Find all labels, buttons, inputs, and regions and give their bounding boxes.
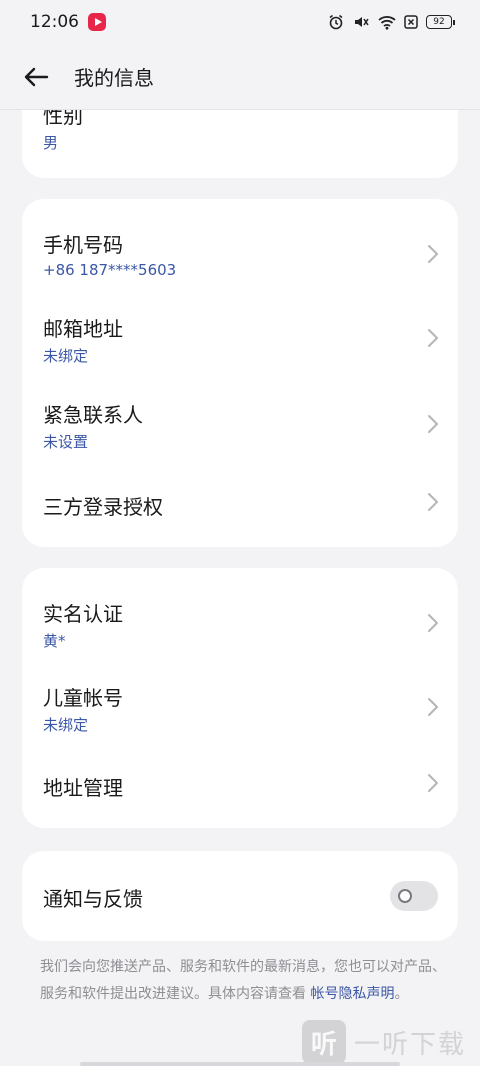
chevron-right-icon xyxy=(428,415,438,433)
child-account-value: 未绑定 xyxy=(43,716,89,734)
alarm-icon xyxy=(329,14,343,30)
home-indicator[interactable] xyxy=(80,1062,400,1066)
email-value: 未绑定 xyxy=(43,347,89,365)
status-time: 12:06 xyxy=(30,12,79,32)
phone-row[interactable]: 手机号码 +86 187****5603 xyxy=(22,209,458,297)
back-button[interactable] xyxy=(16,57,56,97)
chevron-right-icon xyxy=(428,493,438,511)
address-management-row[interactable]: 地址管理 xyxy=(22,752,458,822)
real-name-value: 黄* xyxy=(43,632,66,650)
child-account-label: 儿童帐号 xyxy=(43,686,123,710)
gender-value: 男 xyxy=(43,134,59,152)
footnote-tail: 。 xyxy=(394,986,409,1002)
watermark-text: 一听下载 xyxy=(353,1029,466,1060)
emergency-contact-row[interactable]: 紧急联系人 未设置 xyxy=(22,383,458,469)
email-label: 邮箱地址 xyxy=(43,317,123,341)
notify-card: 通知与反馈 xyxy=(22,851,458,941)
third-party-login-label: 三方登录授权 xyxy=(43,495,163,519)
account-card: 手机号码 +86 187****5603 邮箱地址 未绑定 紧急联系人 未设置 … xyxy=(22,199,458,547)
app-header: 我的信息 xyxy=(0,44,480,110)
chevron-right-icon xyxy=(428,245,438,263)
phone-label: 手机号码 xyxy=(43,233,123,257)
mute-icon xyxy=(355,17,369,27)
battery-indicator: 92 xyxy=(426,15,455,29)
identity-card: 实名认证 黄* 儿童帐号 未绑定 地址管理 xyxy=(22,568,458,828)
notify-toggle[interactable] xyxy=(390,881,438,911)
chevron-right-icon xyxy=(428,614,438,632)
chevron-right-icon xyxy=(428,774,438,792)
address-management-label: 地址管理 xyxy=(43,776,123,800)
child-account-row[interactable]: 儿童帐号 未绑定 xyxy=(22,666,458,752)
wifi-icon xyxy=(378,15,396,30)
chevron-right-icon xyxy=(428,329,438,347)
chevron-right-icon xyxy=(428,698,438,716)
watermark-logo: 听 xyxy=(301,1020,346,1064)
privacy-footnote: 我们会向您推送产品、服务和软件的最新消息，您也可以对产品、服务和软件提出改进建议… xyxy=(40,954,450,1008)
third-party-login-row[interactable]: 三方登录授权 xyxy=(22,469,458,539)
email-row[interactable]: 邮箱地址 未绑定 xyxy=(22,297,458,383)
back-arrow-icon xyxy=(24,67,49,86)
emergency-contact-value: 未设置 xyxy=(43,433,89,451)
emergency-contact-label: 紧急联系人 xyxy=(43,403,143,427)
status-bar: 12:06 92 xyxy=(0,0,480,44)
no-sim-icon xyxy=(404,15,418,29)
notify-row: 通知与反馈 xyxy=(22,851,458,941)
real-name-row[interactable]: 实名认证 黄* xyxy=(22,578,458,666)
watermark: 听 一听下载 xyxy=(301,1020,466,1064)
status-icons: 92 xyxy=(328,14,455,30)
page-title: 我的信息 xyxy=(74,66,154,90)
phone-value: +86 187****5603 xyxy=(43,261,177,279)
real-name-label: 实名认证 xyxy=(43,602,123,626)
toggle-knob xyxy=(398,889,412,903)
video-app-icon xyxy=(88,13,106,31)
privacy-statement-link[interactable]: 帐号隐私声明 xyxy=(310,986,394,1002)
notify-label: 通知与反馈 xyxy=(43,887,143,911)
